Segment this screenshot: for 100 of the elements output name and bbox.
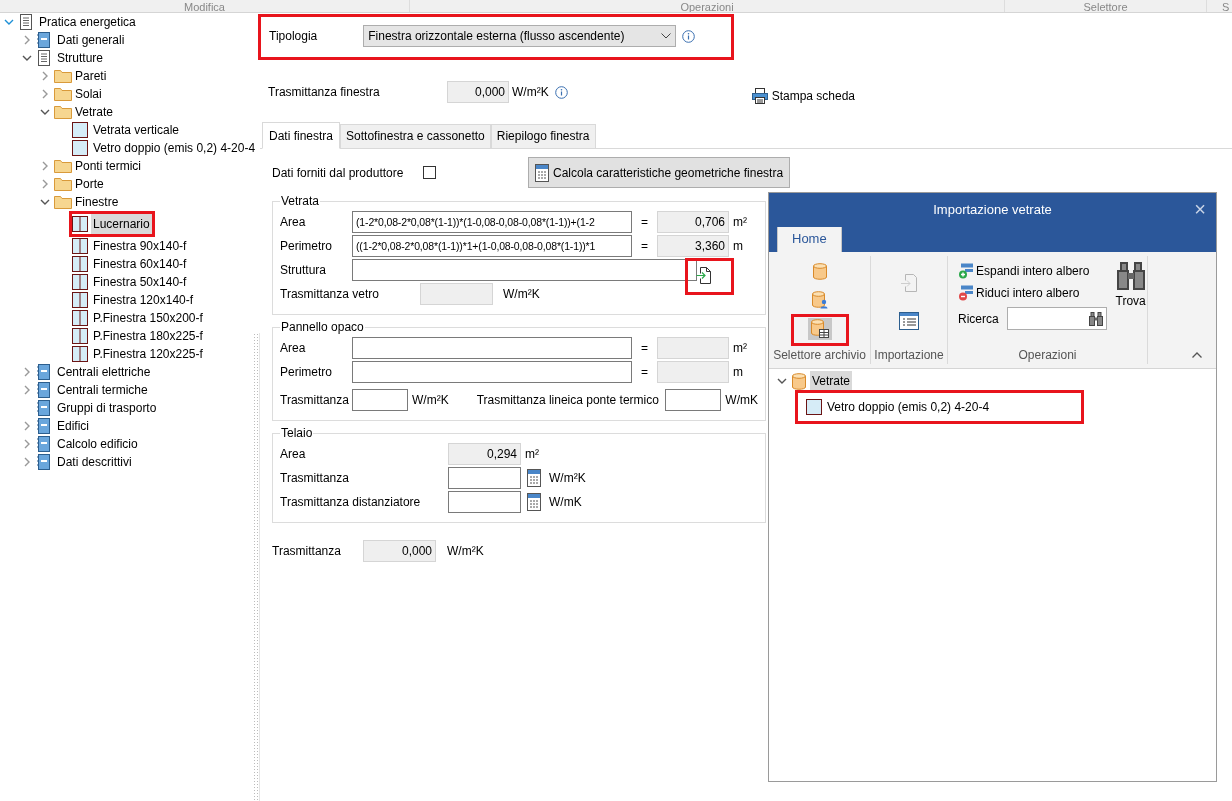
collapse-chevron-icon[interactable] [777,376,787,386]
expand-tree-button[interactable]: Espandi intero albero [958,260,1107,282]
ribbon-group-label: Selettore [1083,2,1128,12]
tree-item[interactable]: Centrali termiche [55,380,150,400]
unit-label: m [733,238,743,255]
window-icon [72,274,88,290]
tree-item[interactable]: Gruppi di trasporto [55,398,159,418]
tree-item[interactable]: Solai [73,84,104,104]
equals-sign: = [641,364,648,381]
expand-chevron-icon[interactable] [40,89,50,99]
input-field[interactable] [352,389,408,411]
tree-item[interactable]: P.Finestra 180x225-f [91,326,205,346]
tree-item[interactable]: Vetrate [810,371,853,391]
list-window-icon [899,312,919,330]
collapse-chevron-icon[interactable] [40,197,50,207]
field-label: Struttura [280,262,328,279]
expand-chevron-icon[interactable] [40,161,50,171]
formula-field[interactable] [352,337,632,359]
field-label: Trasmittanza [272,543,342,560]
equals-sign: = [641,238,648,255]
import-structure-button[interactable] [696,267,711,284]
input-field[interactable] [448,491,521,513]
collapse-ribbon-icon [1192,352,1202,358]
unit-label: W/m²K [512,84,549,101]
tree-item[interactable]: Finestre [73,192,121,212]
tree-item[interactable]: Finestra 50x140-f [91,272,189,292]
tree-item[interactable]: P.Finestra 150x200-f [91,308,205,328]
binoculars-icon [1114,260,1147,292]
tree-item[interactable]: Vetro doppio (emis 0,2) 4-20-4 [91,138,258,158]
unit-label: m² [733,340,747,357]
expand-chevron-icon[interactable] [22,439,32,449]
tree-item[interactable]: Dati descrittivi [55,452,134,472]
input-field[interactable] [448,467,521,489]
tree-item[interactable]: Lucernario [91,214,152,234]
producer-checkbox[interactable] [423,166,436,179]
collapse-chevron-icon[interactable] [40,107,50,117]
field-label: Trasmittanza [280,392,350,409]
document-icon [18,14,34,30]
unit-label: W/m²K [549,470,586,487]
glass-pane-icon [806,399,822,415]
result-field: 0,706 [657,211,729,233]
tree-item[interactable]: P.Finestra 120x225-f [91,344,205,364]
formula-field[interactable] [352,361,632,383]
search-field[interactable] [1006,307,1107,330]
tab[interactable]: Dati finestra [262,122,341,149]
expand-chevron-icon[interactable] [22,385,32,395]
expand-tree-icon [958,263,974,279]
print-button[interactable]: Stampa scheda [751,87,856,105]
expand-chevron-icon[interactable] [22,421,32,431]
expand-chevron-icon[interactable] [40,71,50,81]
unit-label: W/mK [549,494,582,511]
calculate-button[interactable]: Calcola caratteristiche geometriche finestra [528,157,791,188]
binoculars-icon [1087,310,1104,327]
find-button[interactable]: Trova [1114,260,1147,330]
tree-item[interactable]: Ponti termici [73,156,144,176]
expand-chevron-icon[interactable] [22,457,32,467]
expand-chevron-icon[interactable] [22,35,32,45]
input-field[interactable] [665,389,722,411]
window-icon [72,238,88,254]
tree-item[interactable]: Pareti [73,66,109,86]
unit-label: m [733,364,743,381]
expand-chevron-icon[interactable] [40,179,50,189]
unit-label: W/m²K [447,543,484,560]
collapse-tree-button[interactable]: Riduci intero albero [958,282,1107,304]
tree-item[interactable]: Vetrate [73,102,116,122]
tree-item[interactable]: Centrali elettriche [55,362,153,382]
structure-field[interactable] [352,259,697,281]
tree-item[interactable]: Finestra 60x140-f [91,254,189,274]
tree-item[interactable]: Vetro doppio (emis 0,2) 4-20-4 [825,397,992,417]
tree-item[interactable]: Finestra 120x140-f [91,290,196,310]
expand-chevron-icon[interactable] [22,367,32,377]
tree-item[interactable]: Edifici [55,416,91,436]
tree-item[interactable]: Finestra 90x140-f [91,236,189,256]
field-label: Perimetro [280,364,333,381]
formula-field[interactable]: ((1-2*0,08-2*0,08*(1-1))*1+(1-0,08-0,08-0,08*(1-1))*1 [352,235,632,257]
folder-icon [54,194,72,210]
tree-item[interactable]: Pratica energetica [37,12,138,32]
formula-field[interactable]: (1-2*0,08-2*0,08*(1-1))*(1-0,08-0,08-0,08*(1-1))+(1-2 [352,211,632,233]
tree-item[interactable]: Porte [73,174,106,194]
tree-item[interactable]: Vetrata verticale [91,120,182,140]
import-file-icon [696,267,711,284]
tree-item[interactable]: Strutture [55,48,106,68]
tab[interactable]: Sottofinestra e cassonetto [340,124,491,148]
tab[interactable]: Riepilogo finestra [490,124,596,148]
calculator-icon[interactable] [527,469,541,487]
folder-icon [54,158,72,174]
collapse-chevron-icon[interactable] [4,17,14,27]
import-button[interactable] [897,310,921,332]
type-dropdown[interactable]: Finestra orizzontale esterna (flusso ascendente) [363,25,676,47]
group-label: Importazione [873,347,945,364]
close-button[interactable]: × [1194,199,1206,219]
group-title: Telaio [280,426,314,440]
calculator-icon[interactable] [527,493,541,511]
window-icon [72,256,88,272]
tree-item[interactable]: Dati generali [55,30,127,50]
equals-sign: = [641,214,648,231]
collapse-chevron-icon[interactable] [22,53,32,63]
tree-item[interactable]: Calcolo edificio [55,434,140,454]
archive-button[interactable] [807,318,832,340]
info-icon [554,85,568,99]
